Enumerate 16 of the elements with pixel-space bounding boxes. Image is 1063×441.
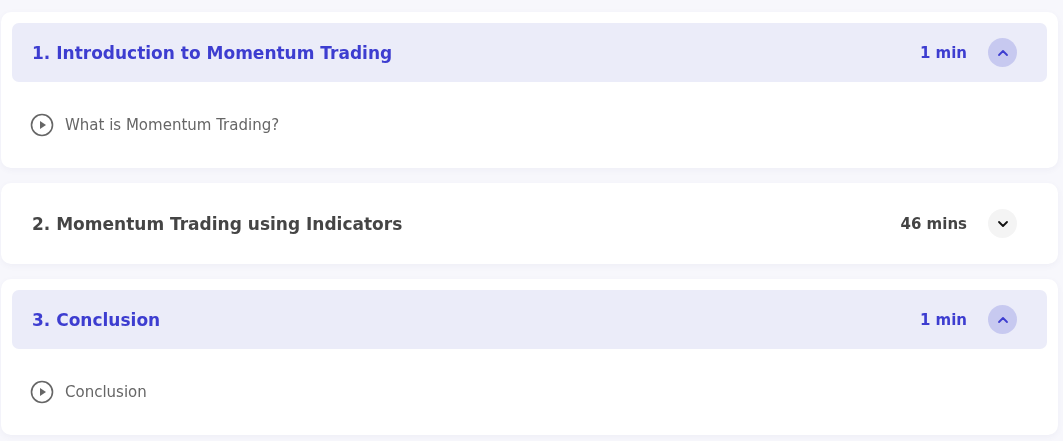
toggle-button[interactable] xyxy=(988,209,1017,238)
lesson-title[interactable]: Conclusion xyxy=(65,383,147,401)
toggle-button[interactable] xyxy=(988,305,1017,334)
play-icon[interactable] xyxy=(30,380,54,404)
lesson-title[interactable]: What is Momentum Trading? xyxy=(65,116,280,134)
section-header[interactable]: 2. Momentum Trading using Indicators 46 mins xyxy=(12,194,1047,253)
play-icon[interactable] xyxy=(30,113,54,137)
section-title: 1. Introduction to Momentum Trading xyxy=(32,42,394,63)
section-duration: 1 min xyxy=(919,310,967,329)
toggle-button[interactable] xyxy=(988,38,1017,67)
section-header[interactable]: 1. Introduction to Momentum Trading 1 min xyxy=(12,23,1047,82)
section-duration: 46 mins xyxy=(900,214,967,233)
section-duration: 1 min xyxy=(919,43,967,62)
section-title: 3. Conclusion xyxy=(32,309,162,330)
section-title: 2. Momentum Trading using Indicators xyxy=(32,213,404,234)
section-header[interactable]: 3. Conclusion 1 min xyxy=(12,290,1047,349)
